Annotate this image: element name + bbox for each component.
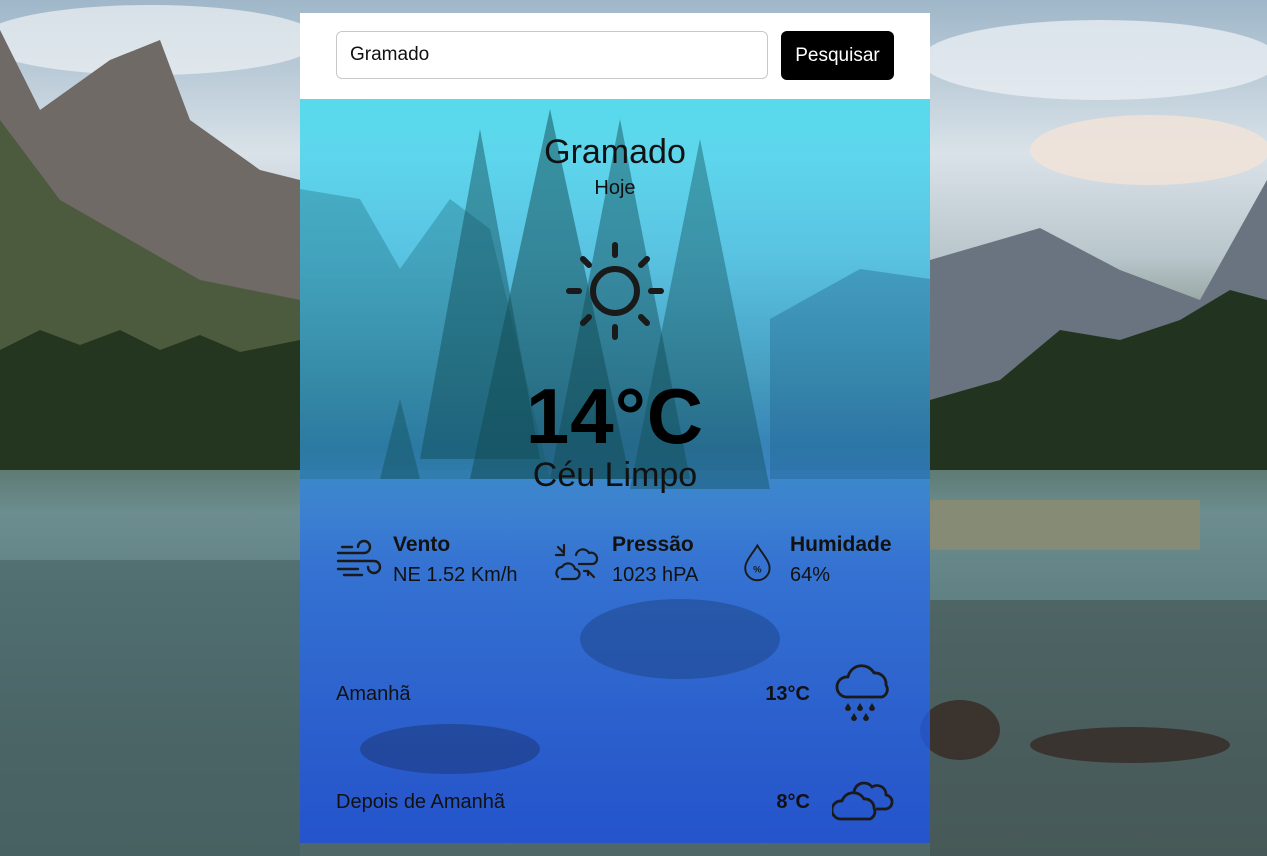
humidity-value: 64% (790, 564, 831, 586)
search-button[interactable]: Pesquisar (781, 31, 894, 80)
city-name: Gramado (544, 133, 686, 171)
weather-card: Pesquisar Gramado Hoje (300, 13, 930, 843)
stat-humidity: % Humidade 64% (740, 531, 900, 591)
humidity-icon: % (744, 543, 771, 582)
forecast-temp: 8°C (776, 791, 810, 813)
wind-icon (336, 539, 382, 577)
weather-condition: Céu Limpo (532, 456, 698, 494)
pressure-label: Pressão (612, 533, 694, 556)
wind-label: Vento (393, 533, 451, 556)
stat-pressure: Pressão 1023 hPA (554, 531, 724, 591)
pressure-value: 1023 hPA (612, 564, 699, 586)
search-bar: Pesquisar (300, 13, 930, 99)
day-label: Hoje (594, 177, 636, 199)
city-search-input[interactable] (336, 31, 768, 79)
svg-text:%: % (753, 564, 762, 575)
pressure-icon (554, 543, 599, 581)
sun-icon (566, 242, 664, 340)
forecast-row-tomorrow: Amanhã 13°C (336, 659, 894, 729)
forecast-temp: 13°C (765, 683, 810, 705)
forecast-row-day-after: Depois de Amanhã 8°C (336, 767, 894, 837)
wind-value: NE 1.52 Km/h (393, 564, 518, 586)
rain-cloud-icon (835, 664, 889, 721)
forecast-day: Depois de Amanhã (336, 791, 506, 813)
current-temperature: 14°C (525, 372, 705, 460)
forecast-day: Amanhã (336, 683, 411, 705)
weather-panel: Gramado Hoje 14°C Céu Limpo Vento NE 1.5… (300, 99, 930, 843)
clouds-icon (832, 781, 894, 821)
humidity-label: Humidade (790, 533, 892, 556)
stat-wind: Vento NE 1.52 Km/h (336, 531, 546, 591)
